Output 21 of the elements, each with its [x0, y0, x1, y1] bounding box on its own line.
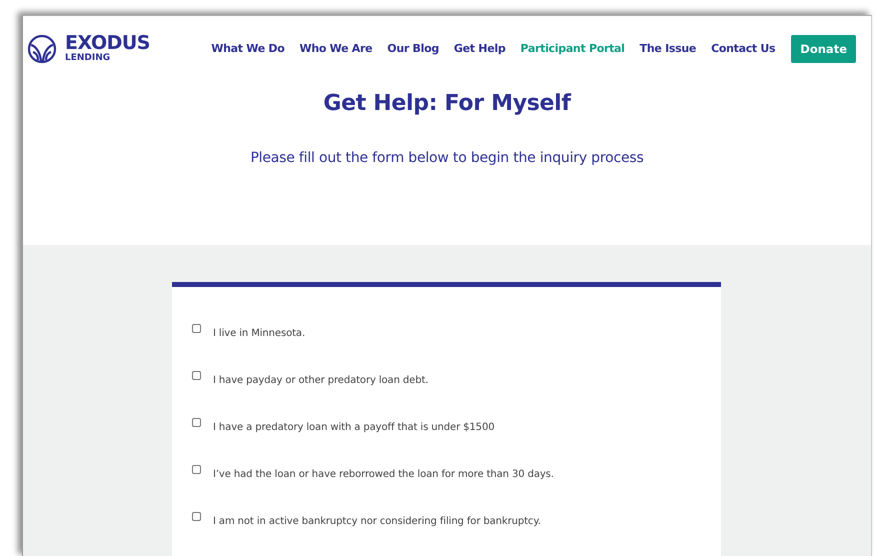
page-subtitle: Please fill out the form below to begin the inquiry process [250, 150, 644, 166]
nav-link[interactable]: What We Do [211, 42, 284, 56]
checkbox-label: I have payday or other predatory loan debt. [213, 375, 428, 386]
checkbox-label: I live in Minnesota. [213, 328, 306, 339]
nav-link[interactable]: Contact Us [711, 42, 776, 56]
checkbox-label: I’ve had the loan or have reborrowed the loan for more than 30 days. [213, 469, 554, 480]
nav-link[interactable]: Who We Are [300, 42, 372, 56]
checkbox[interactable] [192, 324, 201, 333]
checkbox[interactable] [192, 371, 201, 380]
nav-link[interactable]: The Issue [640, 42, 696, 56]
checkbox-label: I am not in active bankruptcy nor considering filing for bankruptcy. [213, 516, 541, 527]
logo-tagline: LENDING [65, 54, 112, 64]
checkbox[interactable] [192, 465, 201, 474]
checkbox[interactable] [192, 512, 201, 521]
checkbox-label: I have a predatory loan with a payoff that is under $1500 [213, 422, 494, 433]
logo-name: EXODUS [65, 34, 150, 54]
page-heading: Get Help: For Myself [323, 91, 571, 116]
nav-link[interactable]: Our Blog [387, 42, 439, 56]
nav-link[interactable]: Get Help [454, 42, 506, 56]
checkbox[interactable] [192, 418, 201, 427]
logo-icon [27, 34, 57, 64]
